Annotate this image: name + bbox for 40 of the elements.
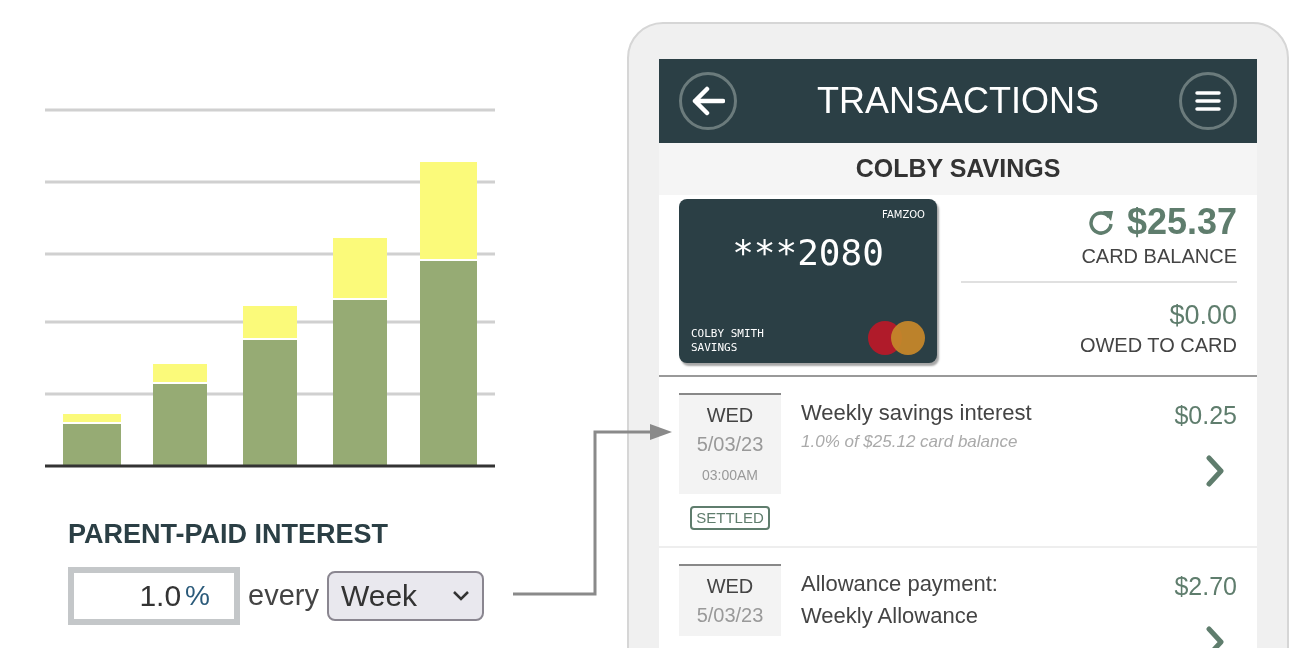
every-label: every: [248, 577, 319, 613]
balance-amount: $25.37: [1126, 200, 1237, 244]
chevron-down-icon: [451, 589, 470, 602]
rate-field[interactable]: 1.0%: [68, 566, 240, 625]
card-network-icon: [868, 321, 925, 355]
transaction-title: Weekly savings interest: [801, 399, 1033, 427]
account-name: COLBY SAVINGS: [855, 153, 1061, 185]
percent-label: %: [185, 578, 210, 613]
menu-icon: [1195, 90, 1221, 112]
day-label: WED: [706, 574, 754, 599]
savings-bar: [63, 424, 121, 466]
day-label: WED: [706, 403, 754, 428]
transaction-title: Allowance payment: Weekly Allowance: [801, 570, 999, 630]
period-dropdown[interactable]: Week: [326, 570, 484, 621]
section-heading: PARENT-PAID INTEREST: [68, 518, 390, 551]
arrow-left-icon: [691, 86, 725, 116]
card-account-type: SAVINGS: [691, 341, 739, 355]
interest-bar: [153, 364, 207, 382]
interest-bar: [243, 306, 297, 338]
owed-amount: $0.00: [1169, 299, 1237, 332]
back-button[interactable]: [679, 72, 737, 130]
card-number: ***2080: [732, 231, 884, 275]
interest-bar: [63, 414, 121, 422]
transaction-amount: $2.70: [1174, 571, 1237, 602]
chevron-right-icon[interactable]: [1205, 625, 1225, 648]
owed-label: OWED TO CARD: [1079, 332, 1237, 358]
date-label: 5/03/23: [696, 432, 764, 457]
interest-bar: [333, 238, 387, 298]
chevron-right-icon[interactable]: [1205, 454, 1225, 487]
transaction-amount: $0.25: [1174, 400, 1237, 431]
screen-title: TRANSACTIONS: [817, 79, 1099, 123]
date-label: 5/03/23: [696, 603, 764, 628]
balance-label: CARD BALANCE: [1081, 244, 1237, 269]
card-brand: FAMZOO: [882, 208, 925, 222]
time-label: 03:00AM: [701, 466, 758, 485]
transaction-subtitle: 1.0% of $25.12 card balance: [801, 431, 1019, 453]
card-holder: COLBY SMITH: [691, 327, 764, 341]
menu-button[interactable]: [1179, 72, 1237, 130]
rate-value: 1.0: [139, 578, 182, 614]
status-badge: SETTLED: [690, 506, 770, 530]
